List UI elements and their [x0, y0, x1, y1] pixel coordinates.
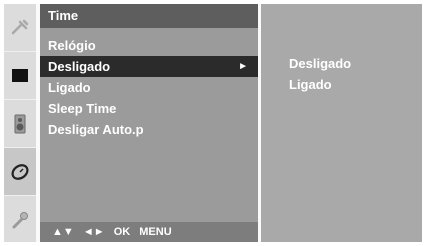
screen-icon	[12, 69, 28, 82]
submenu-option-on[interactable]: Ligado	[289, 75, 332, 95]
menu-item-label: Desligar Auto.p	[48, 122, 144, 137]
menu-item-sleep-time[interactable]: Sleep Time	[40, 98, 258, 119]
ok-hint: OK	[113, 226, 131, 238]
up-down-arrows-icon: ▲▼	[52, 226, 74, 238]
menu-title: Time	[40, 4, 258, 28]
sidebar-cell-option[interactable]	[4, 196, 36, 242]
sidebar-cell-screen[interactable]	[4, 52, 36, 100]
time-menu: Time Relógio Desligado ► Ligado Sleep Ti…	[40, 4, 258, 242]
right-arrow-icon: ►	[238, 61, 248, 72]
left-right-arrows-icon: ◄►	[82, 226, 105, 238]
menu-item-on-time[interactable]: Ligado	[40, 77, 258, 98]
submenu-option-off[interactable]: Desligado	[289, 54, 351, 74]
osd-panel: Time Relógio Desligado ► Ligado Sleep Ti…	[4, 4, 422, 242]
sidebar-cell-picture[interactable]	[4, 4, 36, 52]
menu-item-label: Desligado	[48, 59, 111, 74]
menu-item-clock[interactable]: Relógio	[40, 35, 258, 56]
option-icon	[12, 212, 28, 229]
submenu-panel: Desligado Ligado	[258, 4, 422, 242]
sidebar-cell-sound[interactable]	[4, 100, 36, 148]
menu-item-auto-off[interactable]: Desligar Auto.p	[40, 119, 258, 140]
category-sidebar	[4, 4, 36, 242]
sound-icon	[14, 114, 26, 134]
sidebar-cell-time[interactable]	[4, 148, 36, 196]
menu-item-off-time[interactable]: Desligado ►	[40, 56, 258, 77]
menu-hint: MENU	[139, 226, 172, 238]
time-icon	[11, 164, 29, 180]
menu-item-label: Relógio	[48, 38, 96, 53]
menu-item-label: Ligado	[48, 80, 91, 95]
menu-item-label: Sleep Time	[48, 101, 117, 116]
picture-icon	[11, 19, 29, 35]
navigation-hints: ▲▼ ◄► OK MENU	[40, 222, 258, 242]
